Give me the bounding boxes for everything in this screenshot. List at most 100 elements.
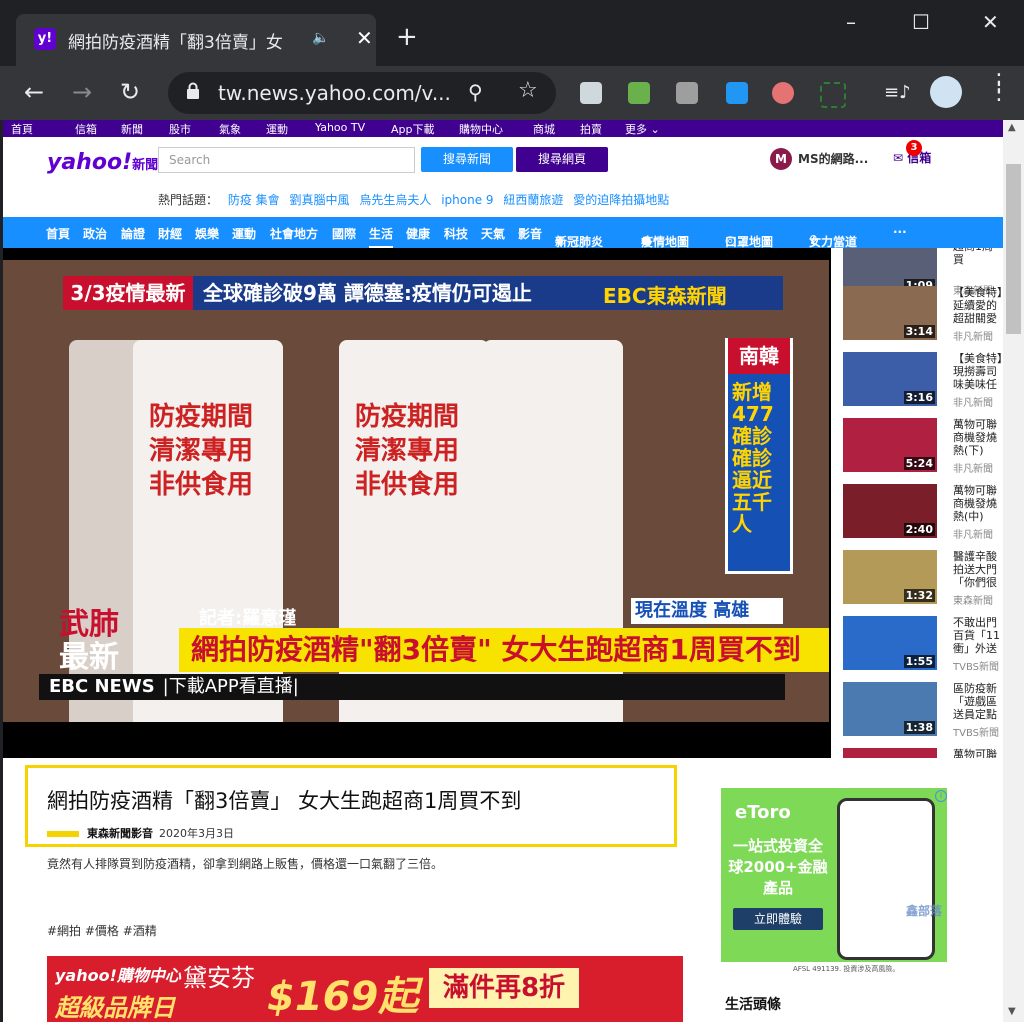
hot-topic-link[interactable]: 防疫 集會	[228, 193, 280, 207]
ad-info-icon[interactable]: i	[935, 790, 947, 802]
profile-avatar[interactable]	[930, 76, 962, 108]
address-bar[interactable]: tw.news.yahoo.com/v... ⚲ ☆	[168, 72, 556, 114]
playlist-item[interactable]: 3:16 【美食特】現撈壽司 味美味任 非凡新聞	[843, 352, 1003, 410]
back-arrow-icon[interactable]: ←	[24, 78, 44, 106]
category-tab[interactable]: 娛樂	[195, 225, 219, 242]
ebc-channel-logo: EBC東森新聞	[603, 284, 727, 308]
mail-badge: 3	[906, 140, 922, 156]
video-frame[interactable]: 防疫期間 清潔專用 非供食用 防疫期間 清潔專用 非供食用 3/3疫情最新 全球…	[3, 260, 829, 722]
page-scrollbar[interactable]: ▲ ▼	[1003, 120, 1024, 1022]
browser-toolbar: ← → ↻ tw.news.yahoo.com/v... ⚲ ☆ ≡♪ ⋮ ⋮	[0, 66, 1024, 120]
playlist-item[interactable]: 3:14 【美食特】延續愛的超甜關愛 非凡新聞	[843, 286, 1003, 344]
temperature-box: 現在溫度 高雄 25.9℃	[631, 598, 783, 647]
video-title: 【美食特】現撈壽司 味美味任	[953, 352, 1003, 390]
video-title: 不敢出門 百貨「11 衝」外送	[953, 616, 1000, 654]
topnav-item[interactable]: 氣象	[219, 121, 241, 137]
category-tab[interactable]: 健康	[406, 225, 430, 242]
scroll-up-arrow-icon[interactable]: ▲	[1008, 122, 1016, 133]
speaker-icon[interactable]: 🔈	[312, 30, 329, 46]
hot-topic-link[interactable]: 愛的迫降拍攝地點	[573, 193, 669, 207]
article-byline: 東森新聞影音 2020年3月3日	[47, 825, 234, 841]
article-source[interactable]: 東森新聞影音	[87, 827, 153, 840]
forward-arrow-icon[interactable]: →	[72, 78, 92, 106]
hot-topic-link[interactable]: 紐西蘭旅遊	[503, 193, 563, 207]
yahoo-news-logo[interactable]: yahoo!新聞	[47, 150, 158, 175]
extension-notes-icon[interactable]	[580, 82, 602, 104]
playlist-item[interactable]: 1:55 不敢出門 百貨「11 衝」外送 TVBS新聞	[843, 616, 1003, 674]
ad-cta-button[interactable]: 立即體驗	[733, 908, 823, 930]
video-title: 區防疫新 「遊戲區 送員定點	[953, 682, 997, 720]
topnav-item[interactable]: 運動	[266, 121, 288, 137]
tab-close-icon[interactable]: ✕	[356, 26, 373, 50]
category-tab[interactable]: 政治	[83, 225, 107, 242]
extension-share-icon[interactable]	[726, 82, 748, 104]
shopping-banner-ad[interactable]: yahoo!購物中心 超級品牌日 黛安芬 $169起 滿件再8折	[47, 956, 683, 1022]
banner-deal: 滿件再8折	[429, 968, 579, 1008]
video-ticker: EBC NEWS |下載APP看直播|	[39, 674, 785, 700]
sidebar-heading: 生活頭條	[725, 997, 781, 1013]
window-close-button[interactable]: ✕	[982, 10, 999, 34]
menu-kebab-icon[interactable]: ⋮ ⋮	[988, 72, 1010, 104]
category-bar: 首頁 政治 論證 財經 娛樂 運動 社會地方 國際 生活 健康 科技 天氣 影音…	[3, 217, 1003, 249]
topnav-item[interactable]: 信箱	[75, 121, 97, 137]
extension-briefcase-icon[interactable]	[676, 82, 698, 104]
extension-mail-check-icon[interactable]	[628, 82, 650, 104]
category-tab[interactable]: 科技	[444, 225, 468, 242]
topnav-item[interactable]: App下載	[391, 121, 435, 137]
category-tab[interactable]: 影音	[518, 225, 542, 242]
scrollbar-thumb[interactable]	[1006, 164, 1021, 334]
topnav-item[interactable]: 更多 ⌄	[625, 121, 660, 137]
maximize-button[interactable]: ☐	[912, 10, 930, 34]
topnav-item[interactable]: 商城	[533, 121, 555, 137]
media-queue-icon[interactable]: ≡♪	[884, 82, 911, 104]
topnav-item[interactable]: 新聞	[121, 121, 143, 137]
hot-topic-link[interactable]: iphone 9	[441, 193, 493, 207]
category-tab[interactable]: 社會地方	[270, 225, 318, 242]
topnav-item[interactable]: Yahoo TV	[315, 121, 365, 134]
topnav-item[interactable]: 購物中心	[459, 121, 503, 137]
extension-screenshot-icon[interactable]	[820, 82, 846, 108]
extension-avatar-icon[interactable]	[772, 82, 794, 104]
url-text[interactable]: tw.news.yahoo.com/v...	[218, 81, 450, 105]
zoom-icon[interactable]: ⚲	[468, 80, 483, 104]
browser-tab[interactable]: y! 網拍防疫酒精「翻3倍賣」女 🔈 ✕	[16, 14, 376, 66]
category-tab[interactable]: 天氣	[481, 225, 505, 242]
category-tab[interactable]: 論證	[121, 225, 145, 242]
playlist-item[interactable]: 2:40 萬物可聯 商機發燒 熱(中) 非凡新聞	[843, 484, 1003, 542]
article-date: 2020年3月3日	[159, 827, 234, 840]
search-web-button[interactable]: 搜尋網頁	[516, 147, 608, 172]
video-thumbnail: 3:16	[843, 352, 937, 406]
scroll-down-arrow-icon[interactable]: ▼	[1008, 1006, 1016, 1017]
topnav-item[interactable]: 拍賣	[580, 121, 602, 137]
browser-titlebar: y! 網拍防疫酒精「翻3倍賣」女 🔈 ✕ + – ☐ ✕	[0, 0, 1024, 66]
duration: 1:32	[903, 589, 935, 602]
topnav-item[interactable]: 首頁	[11, 121, 33, 137]
category-tab[interactable]: 運動	[232, 225, 256, 242]
article-tags[interactable]: #網拍 #價格 #酒精	[47, 922, 157, 939]
banner-slogan: 超級品牌日	[55, 994, 175, 1022]
hot-topic-link[interactable]: 烏先生烏夫人	[359, 193, 431, 207]
playlist-item[interactable]: 1:32 醫護辛酸 拍送大門 「你們很 東森新聞	[843, 550, 1003, 608]
category-tab-active[interactable]: 生活	[369, 225, 394, 248]
mail-link[interactable]: ✉ 3 信箱	[893, 140, 931, 166]
topnav-item[interactable]: 股市	[169, 121, 191, 137]
reload-icon[interactable]: ↻	[120, 78, 140, 106]
user-profile-link[interactable]: M MS的網路...	[770, 148, 868, 172]
minimize-button[interactable]: –	[846, 10, 856, 34]
category-tab[interactable]: 國際	[332, 225, 356, 242]
bookmark-star-icon[interactable]: ☆	[518, 78, 538, 103]
hot-topic-link[interactable]: 劉真腦中風	[290, 193, 350, 207]
video-player[interactable]: 防疫期間 清潔專用 非供食用 防疫期間 清潔專用 非供食用 3/3疫情最新 全球…	[3, 248, 831, 758]
video-playlist: 1:09超商1周買東森新聞 3:14【美食特】延續愛的超甜關愛非凡新聞 3:16…	[831, 248, 1003, 758]
playlist-item[interactable]: 5:24 萬物可聯 商機發燒 熱(下) 非凡新聞	[843, 418, 1003, 476]
video-thumbnail: 1:32	[843, 550, 937, 604]
search-news-button[interactable]: 搜尋新聞	[421, 147, 513, 172]
etoro-ad[interactable]: eToro 一站式投資全球2000+金融產品 立即體驗 i	[721, 788, 947, 962]
playlist-item[interactable]: 萬物可聯	[843, 748, 1003, 758]
category-tab[interactable]: 首頁	[46, 225, 70, 242]
new-tab-icon[interactable]: +	[396, 24, 418, 50]
more-categories[interactable]: ···	[893, 225, 907, 239]
category-tab[interactable]: 財經	[158, 225, 182, 242]
playlist-item[interactable]: 1:38 區防疫新 「遊戲區 送員定點 TVBS新聞	[843, 682, 1003, 740]
search-input[interactable]: Search	[158, 147, 415, 173]
